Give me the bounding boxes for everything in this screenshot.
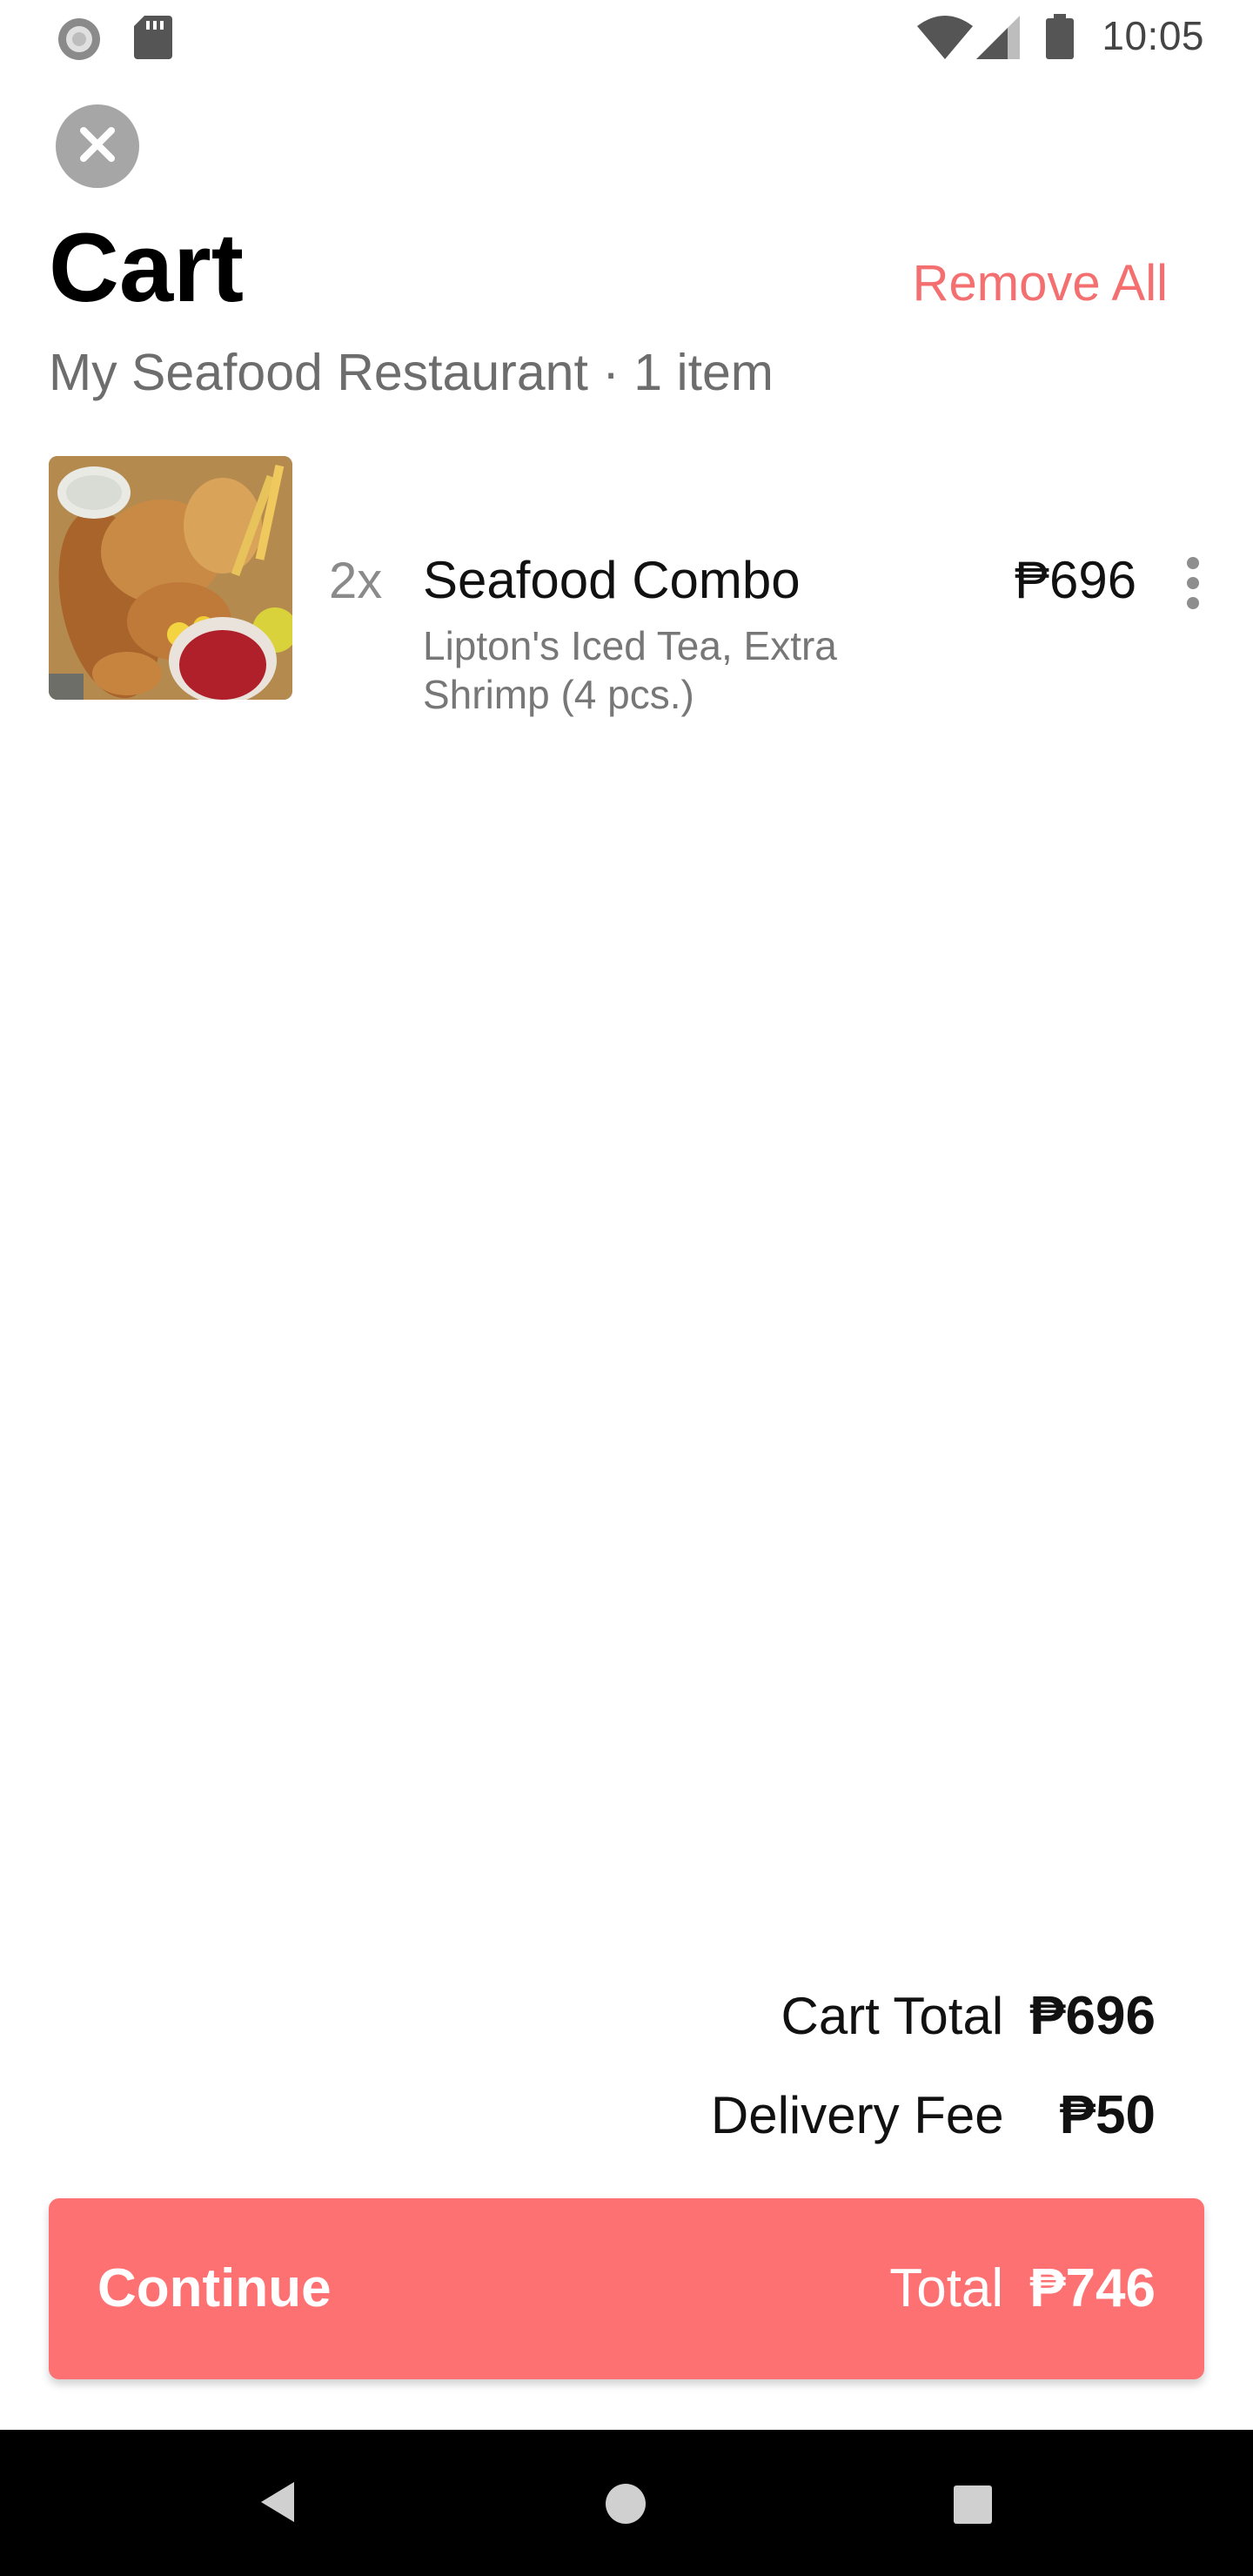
close-button[interactable]	[56, 104, 139, 188]
sync-icon	[56, 16, 103, 67]
delivery-fee-value: ₱50	[1059, 2084, 1156, 2145]
page-title: Cart	[49, 213, 245, 322]
battery-icon	[1046, 14, 1074, 64]
remove-all-button[interactable]: Remove All	[913, 252, 1168, 315]
item-photo	[49, 456, 292, 700]
item-options: Lipton's Iced Tea, Extra Shrimp (4 pcs.)	[423, 623, 837, 717]
recents-icon[interactable]	[954, 2485, 992, 2528]
item-price: ₱696	[1015, 551, 1137, 609]
sd-card-icon	[134, 16, 172, 64]
back-icon[interactable]	[258, 2480, 298, 2528]
cart-total-value: ₱696	[1029, 1985, 1156, 2046]
cart-total-row: Cart Total ₱696	[781, 1982, 1156, 2049]
cart-total-label: Cart Total	[781, 1986, 1004, 2045]
cell-signal-icon	[976, 16, 1020, 64]
restaurant-subtitle: My Seafood Restaurant · 1 item	[49, 344, 774, 401]
more-options-icon[interactable]	[1175, 552, 1211, 614]
navigation-bar	[0, 2430, 1253, 2576]
continue-total: Total ₱746	[889, 2256, 1156, 2322]
continue-label: Continue	[97, 2258, 332, 2318]
status-bar: 10:05	[0, 0, 1253, 73]
total-label: Total	[889, 2258, 1004, 2318]
item-name: Seafood Combo	[423, 551, 801, 609]
close-icon	[77, 124, 118, 170]
status-time: 10:05	[1102, 13, 1204, 58]
total-value: ₱746	[1029, 2258, 1156, 2318]
cart-screen: 10:05 Cart Remove All My Seafood Restaur…	[0, 0, 1253, 2576]
cart-item[interactable]: 2x Seafood Combo Lipton's Iced Tea, Extr…	[49, 456, 1204, 717]
delivery-fee-label: Delivery Fee	[710, 2085, 1004, 2144]
item-quantity: 2x	[329, 553, 383, 609]
home-icon[interactable]	[604, 2482, 647, 2530]
delivery-fee-row: Delivery Fee ₱50	[711, 2082, 1156, 2148]
wifi-icon	[917, 16, 973, 64]
continue-button[interactable]: Continue Total ₱746	[49, 2198, 1204, 2379]
